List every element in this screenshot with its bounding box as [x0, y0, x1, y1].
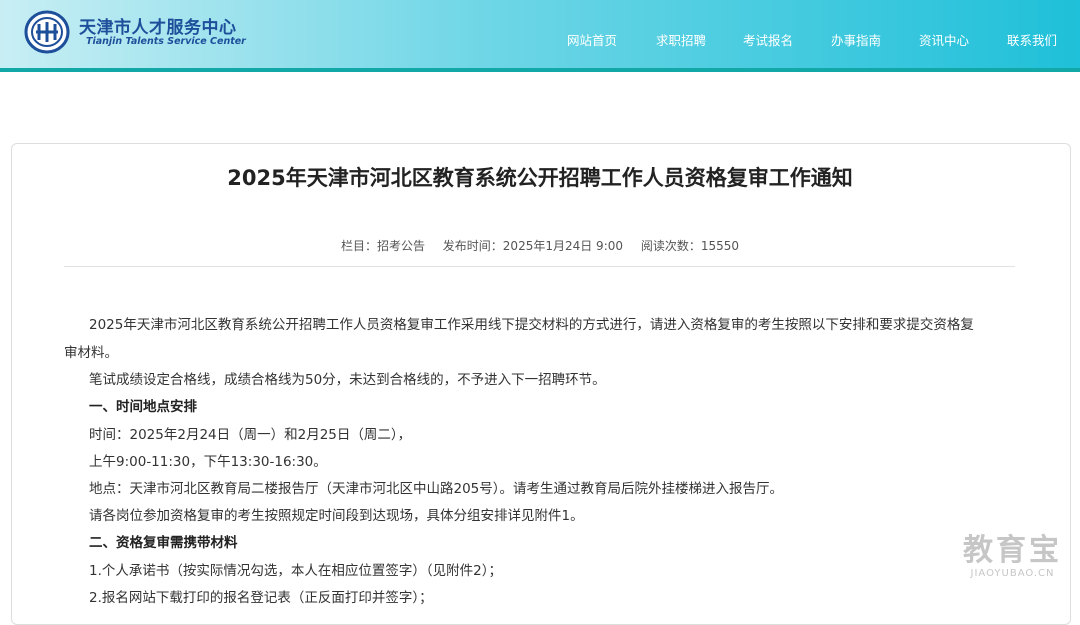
location-paragraph: 地点：天津市河北区教育局二楼报告厅（天津市河北区中山路205号）。请考生通过教育… [89, 481, 784, 497]
section-heading-materials: 二、资格复审需携带材料 [89, 535, 238, 551]
hours-paragraph: 上午9:00-11:30，下午13:30-16:30。 [89, 454, 327, 470]
logo-icon[interactable] [24, 10, 70, 54]
meta-views: 阅读次数：15550 [640, 239, 740, 253]
article-meta: 栏目：招考公告 发布时间：2025年1月24日 9:00 阅读次数：15550 [0, 237, 1080, 254]
nav-exam-registration[interactable]: 考试报名 [743, 30, 793, 49]
materials-item-2: 2.报名网站下载打印的报名登记表（正反面打印并签字）； [89, 590, 433, 606]
nav-home[interactable]: 网站首页 [567, 30, 617, 49]
nav-news[interactable]: 资讯中心 [919, 30, 969, 49]
watermark-text: 教育宝 [963, 533, 1062, 568]
nav-contact[interactable]: 联系我们 [1007, 30, 1057, 49]
article-title: 2025年天津市河北区教育系统公开招聘工作人员资格复审工作通知 [227, 166, 853, 190]
nav-guide[interactable]: 办事指南 [831, 30, 881, 49]
intro-paragraph-line2: 审材料。 [64, 345, 118, 361]
brand-name[interactable]: 天津市人才服务中心 [79, 13, 237, 38]
title-divider [64, 266, 1015, 267]
materials-item-1: 1.个人承诺书（按实际情况勾选，本人在相应位置签字）（见附件2）； [89, 563, 502, 579]
time-paragraph: 时间：2025年2月24日（周一）和2月25日（周二）， [89, 427, 412, 443]
intro-paragraph-line1: 2025年天津市河北区教育系统公开招聘工作人员资格复审工作采用线下提交材料的方式… [89, 317, 974, 333]
watermark-domain: JIAOYUBAO.CN [970, 568, 1055, 579]
watermark: 教育宝 JIAOYUBAO.CN [963, 533, 1062, 580]
brand-name-english[interactable]: Tianjin Talents Service Center [86, 36, 246, 47]
meta-published: 发布时间：2025年1月24日 9:00 [442, 239, 624, 253]
section-heading-time-place: 一、时间地点安排 [89, 399, 197, 415]
nav-jobs[interactable]: 求职招聘 [656, 30, 706, 49]
header-accent-line [0, 68, 1080, 72]
meta-column: 栏目：招考公告 [340, 239, 425, 253]
score-paragraph: 笔试成绩设定合格线，成绩合格线为50分，未达到合格线的，不予进入下一招聘环节。 [89, 372, 606, 388]
arrival-paragraph: 请各岗位参加资格复审的考生按照规定时间段到达现场，具体分组安排详见附件1。 [89, 508, 584, 524]
